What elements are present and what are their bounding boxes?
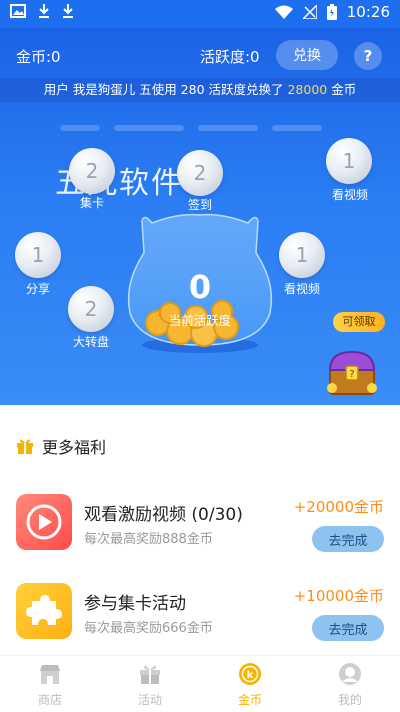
ticker-faded-row [60,116,360,131]
bubble-watch-video[interactable]: 1 [279,232,325,278]
ticker-suffix: 金币 [327,82,357,97]
task-title: 观看激励视频 (0/30) [84,505,243,525]
tab-coins[interactable]: k 金币 [200,656,300,712]
tab-label: 商店 [37,693,62,707]
help-button[interactable]: ? [354,42,382,70]
bubble-label-share: 分享 [25,282,50,296]
task-reward: +20000金币 [293,498,384,516]
activity-hero: 金币:0 活跃度:0 兑换 ? 用户 我是狗蛋儿 五使用 280 活跃度兑换了 … [0,28,400,405]
bubble-watch-video-top[interactable]: 1 [326,138,372,184]
exchange-button[interactable]: 兑换 [276,40,338,70]
claimable-badge[interactable]: 可领取 [333,312,385,332]
bubble-check-in[interactable]: 2 [177,150,223,196]
ticker-prefix: 用户 我是狗蛋儿 五使用 280 活跃度兑换了 [43,82,288,97]
current-activity-value: 0 [188,268,212,306]
status-bar: 10:26 [0,0,400,28]
gift-icon [140,665,160,684]
download-icon [39,4,49,18]
go-complete-button[interactable]: 去完成 [312,615,384,641]
task-subtitle: 每次最高奖励666金币 [84,621,213,636]
bubble-lucky-wheel[interactable]: 2 [68,286,114,332]
go-complete-button[interactable]: 去完成 [312,526,384,552]
video-play-icon [16,494,72,550]
tab-label: 我的 [337,693,362,707]
tab-label: 金币 [237,693,262,707]
coin-balance: 金币:0 [16,48,61,66]
gift-icon [17,439,33,454]
tab-label: 活动 [137,693,162,707]
svg-text:k: k [247,670,254,681]
bubble-collect-cards[interactable]: 2 [69,148,115,194]
image-notification-icon [10,4,26,18]
tab-profile[interactable]: 我的 [300,656,400,712]
store-icon [40,665,60,684]
svg-text:?: ? [349,369,354,380]
coin-icon: k [239,663,261,685]
task-card-video: 观看激励视频 (0/30) 每次最高奖励888金币 +20000金币 去完成 [16,494,384,554]
wifi-icon [274,5,293,19]
more-benefits-header: 更多福利 [16,434,106,458]
section-title: 更多福利 [42,438,107,457]
exchange-ticker: 用户 我是狗蛋儿 五使用 280 活跃度兑换了 28000 金币 [0,78,400,102]
bubble-label-check-in: 签到 [187,198,212,212]
activity-balance: 活跃度:0 [200,48,260,66]
status-system: 10:26 [274,3,390,21]
tab-activity[interactable]: 活动 [100,656,200,712]
treasure-chest-icon[interactable]: ? [324,344,380,400]
status-notifications [10,4,74,18]
bubble-label-watch-video-top: 看视频 [331,188,368,202]
task-title: 参与集卡活动 [84,594,186,614]
tab-store[interactable]: 商店 [0,656,100,712]
battery-icon [326,4,337,20]
ticker-amount: 28000 [287,82,328,97]
profile-icon [339,663,361,685]
bubble-label-lucky-wheel: 大转盘 [72,335,109,349]
task-subtitle: 每次最高奖励888金币 [84,532,213,547]
bubble-label-collect-cards: 集卡 [79,196,104,210]
status-time: 10:26 [346,3,390,21]
current-activity-caption: 当前活跃度 [168,313,232,328]
download-icon [63,4,73,18]
task-card-collect-cards: 参与集卡活动 每次最高奖励666金币 +10000金币 去完成 [16,583,384,643]
task-reward: +10000金币 [293,587,384,605]
bubble-share[interactable]: 1 [15,232,61,278]
bottom-tab-bar: 商店 活动 k 金币 我的 [0,655,400,712]
coin-header: 金币:0 活跃度:0 兑换 ? [0,28,400,82]
bubble-label-watch-video: 看视频 [283,282,320,296]
puzzle-icon [16,583,72,639]
no-signal-icon [302,5,317,19]
